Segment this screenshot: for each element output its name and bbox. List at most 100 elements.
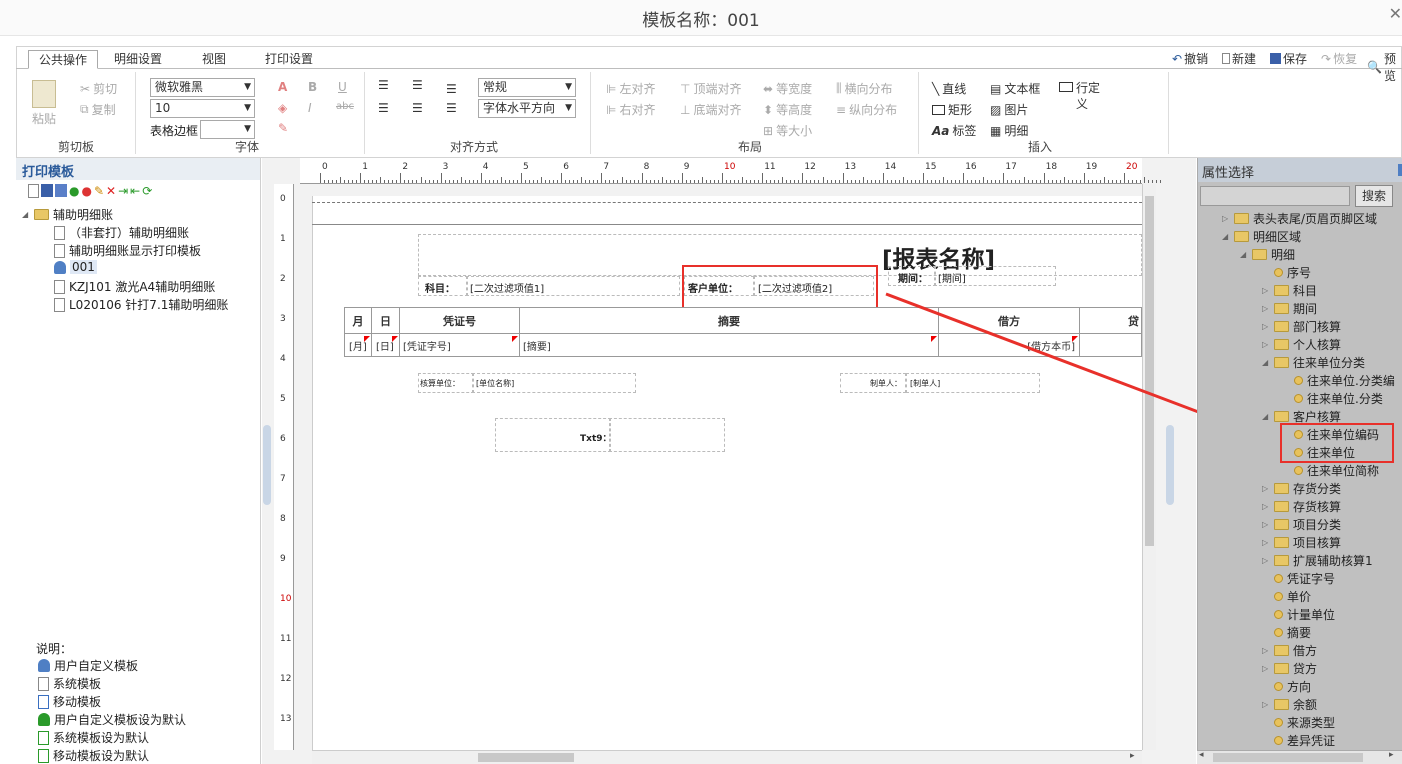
folder-icon — [1274, 501, 1289, 512]
expand-icon: ▷ — [1262, 664, 1269, 673]
property-tree-item[interactable]: ▷ 个人核算 — [1262, 336, 1341, 353]
collapse-icon: ◢ — [1240, 250, 1247, 259]
scrollbar-thumb[interactable] — [1213, 753, 1363, 762]
property-tree-item[interactable]: ◢ 往来单位分类 — [1262, 354, 1365, 371]
property-tree-item[interactable]: ▷ 部门核算 — [1262, 318, 1341, 335]
expand-icon: ▷ — [1262, 520, 1269, 529]
folder-icon — [1274, 483, 1289, 494]
property-tree-label: 往来单位.分类 — [1307, 392, 1383, 406]
property-search-input[interactable] — [1200, 186, 1350, 206]
property-tree-label: 借方 — [1293, 644, 1318, 658]
field-icon — [1274, 718, 1283, 727]
collapse-icon: ◢ — [1262, 358, 1269, 367]
folder-icon — [1274, 519, 1289, 530]
property-tree-label: 来源类型 — [1287, 716, 1336, 730]
property-tree-item[interactable]: 往来单位.分类 — [1282, 390, 1383, 407]
property-tree-label: 个人核算 — [1293, 338, 1342, 352]
property-tree-label: 贷方 — [1293, 662, 1318, 676]
expand-icon: ▷ — [1262, 556, 1269, 565]
property-tree-label: 科目 — [1293, 284, 1318, 298]
folder-icon — [1274, 411, 1289, 422]
expand-icon: ▷ — [1222, 214, 1229, 223]
field-icon — [1294, 376, 1303, 385]
property-panel-title: 属性选择 — [1198, 158, 1402, 182]
expand-icon: ▷ — [1262, 646, 1269, 655]
expand-icon: ▷ — [1262, 538, 1269, 547]
folder-icon — [1274, 339, 1289, 350]
property-tree-label: 存货分类 — [1293, 482, 1342, 496]
property-tree-item[interactable]: 来源类型 — [1262, 714, 1335, 731]
property-tree-item[interactable]: ▷ 余额 — [1262, 696, 1317, 713]
folder-icon — [1274, 645, 1289, 656]
property-tree-item[interactable]: 差异凭证 — [1262, 732, 1335, 749]
property-tree-item[interactable]: ◢ 明细 — [1240, 246, 1295, 263]
search-button[interactable]: 搜索 — [1355, 185, 1393, 207]
property-tree-item[interactable]: ▷ 存货分类 — [1262, 480, 1341, 497]
property-tree-item[interactable]: ▷ 期间 — [1262, 300, 1317, 317]
property-tree-label: 摘要 — [1287, 626, 1312, 640]
property-tree-label: 明细 — [1271, 248, 1296, 262]
property-tree-label: 往来单位.分类编 — [1307, 374, 1395, 388]
property-tree-item[interactable]: 凭证字号 — [1262, 570, 1335, 587]
property-tree-label: 表头表尾/页眉页脚区域 — [1253, 212, 1378, 226]
property-tree-item[interactable]: ▷ 借方 — [1262, 642, 1317, 659]
annotation-arrow — [885, 292, 1280, 445]
property-tree-item[interactable]: 方向 — [1262, 678, 1311, 695]
property-tree-item[interactable]: ▷ 项目分类 — [1262, 516, 1341, 533]
property-tree-item[interactable]: 序号 — [1262, 264, 1311, 281]
field-icon — [1274, 592, 1283, 601]
folder-icon — [1274, 537, 1289, 548]
scroll-left-icon[interactable]: ◂ — [1199, 750, 1204, 760]
property-tree-label: 扩展辅助核算1 — [1293, 554, 1373, 568]
expand-icon: ▷ — [1262, 286, 1269, 295]
field-icon — [1274, 574, 1283, 583]
expand-icon: ▷ — [1262, 484, 1269, 493]
property-tree-label: 序号 — [1287, 266, 1312, 280]
property-tree-label: 存货核算 — [1293, 500, 1342, 514]
property-tree-label: 凭证字号 — [1287, 572, 1336, 586]
property-tree-item[interactable]: 往来单位.分类编 — [1282, 372, 1395, 389]
property-tree-label: 期间 — [1293, 302, 1318, 316]
property-tree-item[interactable]: 往来单位简称 — [1282, 462, 1379, 479]
property-tree-item[interactable]: ▷ 科目 — [1262, 282, 1317, 299]
property-tree-label: 明细区域 — [1253, 230, 1302, 244]
property-tree-item[interactable]: ▷ 存货核算 — [1262, 498, 1341, 515]
field-icon — [1274, 628, 1283, 637]
property-tree-item[interactable]: ▷ 贷方 — [1262, 660, 1317, 677]
property-tree-label: 单价 — [1287, 590, 1312, 604]
property-tree-label: 余额 — [1293, 698, 1318, 712]
field-icon — [1274, 682, 1283, 691]
folder-icon — [1274, 285, 1289, 296]
scroll-right-icon[interactable]: ▸ — [1389, 750, 1394, 760]
field-icon — [1274, 268, 1283, 277]
property-horizontal-scrollbar[interactable]: ◂ ▸ — [1197, 750, 1402, 764]
property-tree-item[interactable]: ▷ 表头表尾/页眉页脚区域 — [1222, 210, 1377, 227]
property-tree-item[interactable]: ◢ 明细区域 — [1222, 228, 1301, 245]
property-tree-label: 往来单位简称 — [1307, 464, 1380, 478]
folder-icon — [1274, 357, 1289, 368]
property-tree-item[interactable]: ▷ 扩展辅助核算1 — [1262, 552, 1373, 569]
folder-icon — [1234, 231, 1249, 242]
property-tree-item[interactable]: ▷ 项目核算 — [1262, 534, 1341, 551]
property-tree-item[interactable]: 摘要 — [1262, 624, 1311, 641]
property-tree-item[interactable]: 单价 — [1262, 588, 1311, 605]
collapse-icon: ◢ — [1262, 412, 1269, 421]
property-tree-label: 往来单位分类 — [1293, 356, 1366, 370]
expand-icon: ▷ — [1262, 322, 1269, 331]
field-icon — [1274, 736, 1283, 745]
field-icon — [1294, 394, 1303, 403]
field-icon — [1294, 466, 1303, 475]
panel-edge-icon — [1398, 164, 1402, 176]
folder-icon — [1234, 213, 1249, 224]
collapse-icon: ◢ — [1222, 232, 1229, 241]
property-tree-label: 计量单位 — [1287, 608, 1336, 622]
folder-icon — [1274, 321, 1289, 332]
folder-icon — [1274, 555, 1289, 566]
folder-icon — [1252, 249, 1267, 260]
folder-icon — [1274, 303, 1289, 314]
field-icon — [1274, 610, 1283, 619]
property-tree-item[interactable]: 计量单位 — [1262, 606, 1335, 623]
property-tree-label: 部门核算 — [1293, 320, 1342, 334]
expand-icon: ▷ — [1262, 340, 1269, 349]
property-tree-label: 差异凭证 — [1287, 734, 1336, 748]
